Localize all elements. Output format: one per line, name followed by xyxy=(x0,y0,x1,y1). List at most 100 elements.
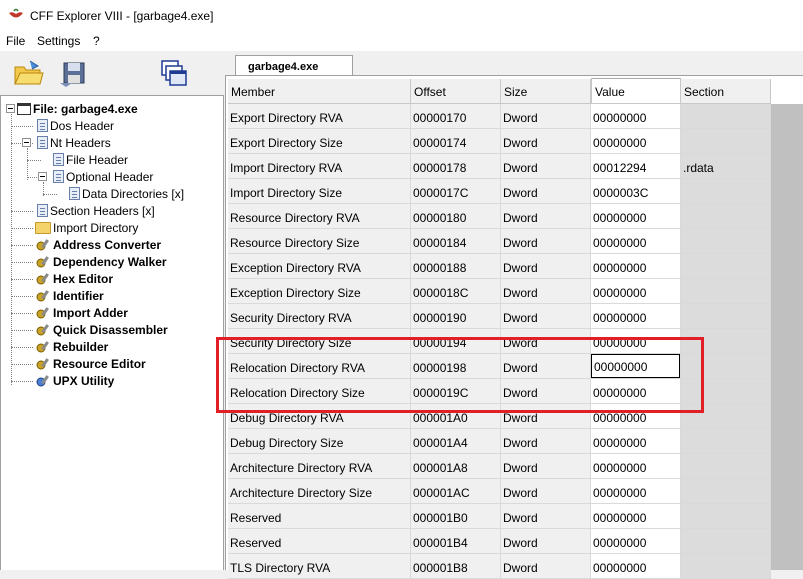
column-header-section[interactable]: Section xyxy=(681,79,771,104)
nt-headers-collapse-toggle[interactable] xyxy=(22,138,31,147)
tree-item-label: Identifier xyxy=(53,288,104,303)
column-header-size[interactable]: Size xyxy=(501,79,591,104)
tab-strip: garbage4.exe xyxy=(225,51,803,77)
table-row[interactable]: Export Directory Size 00000174 Dword 000000… xyxy=(228,129,771,154)
cell-value[interactable]: 00000000 xyxy=(591,429,681,454)
cell-value[interactable]: 00012294 xyxy=(591,154,681,179)
cell-value[interactable]: 00000000 xyxy=(591,479,681,504)
cell-value[interactable]: 00000000 xyxy=(591,229,681,254)
table-row[interactable]: Security Directory RVA 00000190 Dword 00000… xyxy=(228,304,771,329)
table-row[interactable]: Reserved 000001B4 Dword 00000000 xyxy=(228,529,771,554)
document-icon xyxy=(69,187,80,200)
tree-item-rebuilder[interactable]: Rebuilder xyxy=(35,338,108,355)
tree-item-data-directories[interactable]: Data Directories [x] xyxy=(67,185,184,202)
open-file-icon[interactable] xyxy=(12,57,44,89)
tree-item-optional-header[interactable]: Optional Header xyxy=(51,168,153,185)
table-row[interactable]: Import Directory RVA 00000178 Dword 0001229… xyxy=(228,154,771,179)
cell-offset: 00000188 xyxy=(411,254,501,279)
cell-section xyxy=(681,504,771,529)
tree-item-dependency-walker[interactable]: Dependency Walker xyxy=(35,253,167,270)
table-row[interactable]: Exception Directory Size 0000018C Dword 000… xyxy=(228,279,771,304)
tree-item-nt-headers[interactable]: Nt Headers xyxy=(35,134,111,151)
cell-size: Dword xyxy=(501,204,591,229)
column-header-member[interactable]: Member xyxy=(228,79,411,104)
cell-value[interactable]: 00000000 xyxy=(591,454,681,479)
gear-tool-icon xyxy=(36,340,49,352)
cell-offset: 00000180 xyxy=(411,204,501,229)
optional-header-collapse-toggle[interactable] xyxy=(38,172,47,181)
cell-size: Dword xyxy=(501,504,591,529)
tree-item-quick-disassembler[interactable]: Quick Disassembler xyxy=(35,321,168,338)
tree-item-root-label: File: garbage4.exe xyxy=(33,101,138,116)
menu-file[interactable]: File xyxy=(6,34,25,48)
gear-tool-icon xyxy=(36,255,49,267)
tree-item-label: Data Directories [x] xyxy=(82,186,185,201)
table-row[interactable]: Debug Directory Size 000001A4 Dword 0000000… xyxy=(228,429,771,454)
cell-value[interactable]: 00000000 xyxy=(591,129,681,154)
tree-item-upx-utility[interactable]: UPX Utility xyxy=(35,372,114,389)
cell-offset: 000001B4 xyxy=(411,529,501,554)
save-file-icon[interactable] xyxy=(58,57,90,89)
table-row[interactable]: TLS Directory RVA 000001B8 Dword 00000000 xyxy=(228,554,771,579)
menu-help[interactable]: ? xyxy=(93,34,100,48)
tree-item-import-adder[interactable]: Import Adder xyxy=(35,304,128,321)
tree-item-label: Resource Editor xyxy=(53,356,146,371)
cell-size: Dword xyxy=(501,104,591,129)
root-collapse-toggle[interactable] xyxy=(6,104,15,113)
cell-value[interactable]: 00000000 xyxy=(591,304,681,329)
cell-value[interactable]: 00000000 xyxy=(591,529,681,554)
cell-offset: 00000170 xyxy=(411,104,501,129)
cell-value[interactable]: 00000000 xyxy=(591,254,681,279)
cell-size: Dword xyxy=(501,429,591,454)
cell-section xyxy=(681,129,771,154)
table-row[interactable]: Export Directory RVA 00000170 Dword 0000000… xyxy=(228,104,771,129)
toolbar xyxy=(0,51,225,95)
cell-value[interactable]: 00000000 xyxy=(591,279,681,304)
cell-value[interactable]: 00000000 xyxy=(591,204,681,229)
cell-member: Architecture Directory RVA xyxy=(228,454,411,479)
table-row[interactable]: Exception Directory RVA 00000188 Dword 0000… xyxy=(228,254,771,279)
menu-settings[interactable]: Settings xyxy=(37,34,80,48)
tree-item-root[interactable]: File: garbage4.exe xyxy=(17,100,138,117)
cell-section xyxy=(681,104,771,129)
tree-item-file-header[interactable]: File Header xyxy=(51,151,128,168)
tree-panel[interactable]: File: garbage4.exe Dos Header Nt Headers… xyxy=(0,95,224,570)
table-row[interactable]: Resource Directory RVA 00000180 Dword 00000… xyxy=(228,204,771,229)
column-header-offset[interactable]: Offset xyxy=(411,79,501,104)
table-row[interactable]: Import Directory Size 0000017C Dword 000000… xyxy=(228,179,771,204)
cell-value[interactable]: 00000000 xyxy=(591,554,681,579)
tree-item-section-headers[interactable]: Section Headers [x] xyxy=(35,202,155,219)
cell-size: Dword xyxy=(501,154,591,179)
cell-section xyxy=(681,279,771,304)
cell-member: Import Directory Size xyxy=(228,179,411,204)
cell-section xyxy=(681,179,771,204)
cell-value[interactable]: 00000000 xyxy=(591,504,681,529)
tree-item-hex-editor[interactable]: Hex Editor xyxy=(35,270,113,287)
cell-value[interactable]: 00000000 xyxy=(591,104,681,129)
cell-size: Dword xyxy=(501,529,591,554)
tree-item-dos-header[interactable]: Dos Header xyxy=(35,117,114,134)
table-row[interactable]: Resource Directory Size 00000184 Dword 0000… xyxy=(228,229,771,254)
column-header-value[interactable]: Value xyxy=(591,78,681,104)
tree-item-identifier[interactable]: Identifier xyxy=(35,287,104,304)
table-row[interactable]: Architecture Directory Size 000001AC Dword… xyxy=(228,479,771,504)
cell-member: Security Directory RVA xyxy=(228,304,411,329)
windows-icon[interactable] xyxy=(158,57,190,89)
tab-garbage4[interactable]: garbage4.exe xyxy=(235,55,353,77)
document-icon xyxy=(53,170,64,183)
table-row[interactable]: Reserved 000001B0 Dword 00000000 xyxy=(228,504,771,529)
cell-offset: 000001AC xyxy=(411,479,501,504)
document-icon xyxy=(37,204,48,217)
folder-icon xyxy=(35,221,51,234)
cell-member: Debug Directory Size xyxy=(228,429,411,454)
cell-size: Dword xyxy=(501,454,591,479)
cell-value[interactable]: 0000003C xyxy=(591,179,681,204)
cell-section xyxy=(681,229,771,254)
cell-offset: 0000018C xyxy=(411,279,501,304)
gear-tool-icon xyxy=(36,374,49,386)
tree-item-import-directory[interactable]: Import Directory xyxy=(35,219,138,236)
tree-item-address-converter[interactable]: Address Converter xyxy=(35,236,161,253)
cell-size: Dword xyxy=(501,479,591,504)
table-row[interactable]: Architecture Directory RVA 000001A8 Dword 0… xyxy=(228,454,771,479)
tree-item-resource-editor[interactable]: Resource Editor xyxy=(35,355,146,372)
